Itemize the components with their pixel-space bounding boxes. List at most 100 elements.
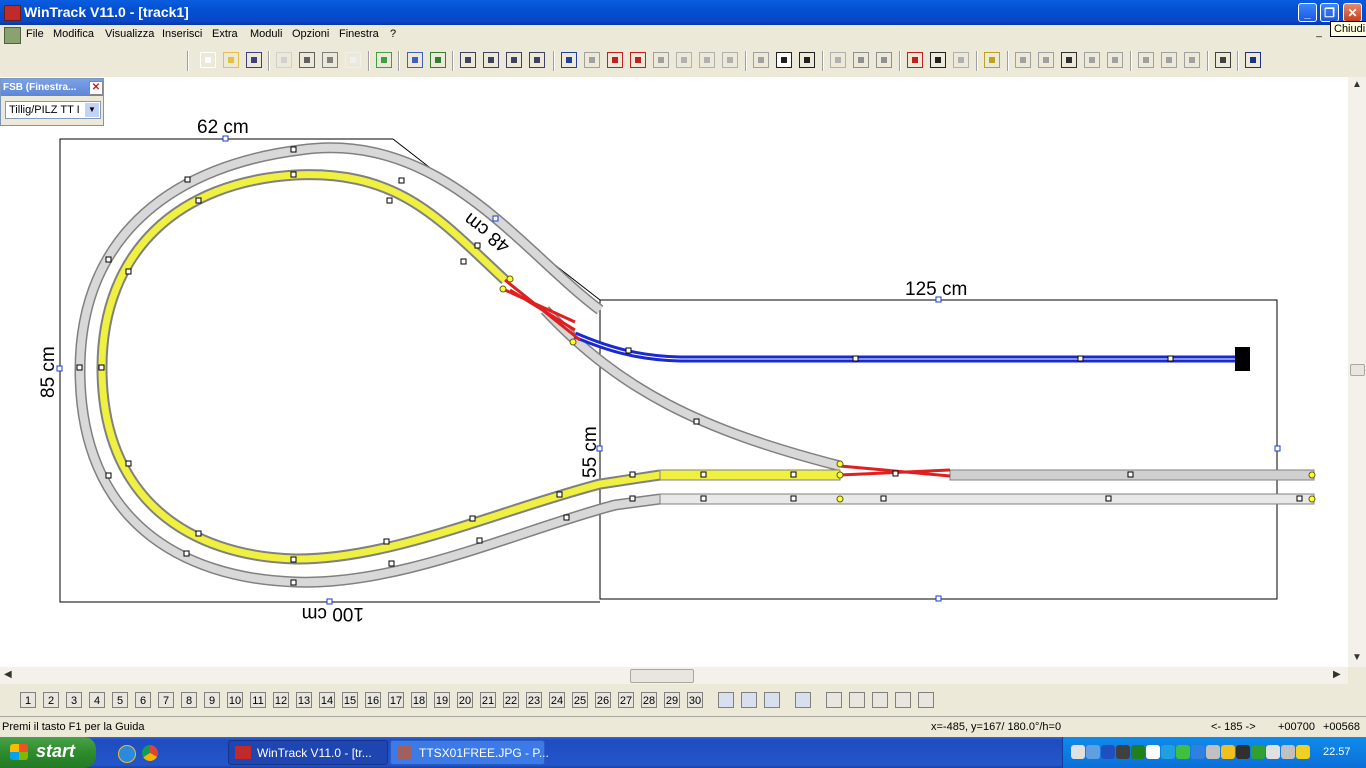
layer-button-20[interactable]: 20 — [457, 692, 473, 708]
page-4-icon[interactable] — [895, 692, 911, 708]
layer-button-26[interactable]: 26 — [595, 692, 611, 708]
tray-display-icon[interactable] — [1086, 745, 1100, 759]
fsb-title-bar[interactable]: FSB (Finestra... ✕ — [1, 79, 103, 96]
layer-button-30[interactable]: 30 — [687, 692, 703, 708]
scroll-down-icon[interactable]: ▼ — [1352, 652, 1362, 663]
zoom-fit-icon[interactable] — [529, 52, 545, 68]
tray-network-icon[interactable] — [1071, 745, 1085, 759]
menu-modifica[interactable]: Modifica — [53, 28, 94, 40]
layer-button-2[interactable]: 2 — [43, 692, 59, 708]
page-5-icon[interactable] — [918, 692, 934, 708]
track-plan[interactable]: 62 cm 48 cm 85 cm 100 cm 125 cm 55 cm — [0, 77, 1348, 667]
tray-sync-icon[interactable] — [1251, 745, 1265, 759]
zoom-in-icon[interactable] — [483, 52, 499, 68]
document-icon[interactable] — [4, 27, 21, 44]
scroll-up-icon[interactable]: ▲ — [1352, 79, 1362, 90]
layer-button-15[interactable]: 15 — [342, 692, 358, 708]
layer-button-28[interactable]: 28 — [641, 692, 657, 708]
switch-icon[interactable] — [753, 52, 769, 68]
module-icon[interactable] — [607, 52, 623, 68]
undo-icon[interactable] — [561, 52, 577, 68]
library-icon[interactable] — [376, 52, 392, 68]
tray-power-icon[interactable] — [1236, 745, 1250, 759]
layer-button-19[interactable]: 19 — [434, 692, 450, 708]
layer-button-11[interactable]: 11 — [250, 692, 266, 708]
zoom-out-icon[interactable] — [460, 52, 476, 68]
layer-button-9[interactable]: 9 — [204, 692, 220, 708]
chrome-icon[interactable] — [142, 745, 158, 761]
layer-button-8[interactable]: 8 — [181, 692, 197, 708]
signal-icon[interactable] — [1015, 52, 1031, 68]
settings-icon[interactable] — [407, 52, 423, 68]
connect-icon[interactable] — [853, 52, 869, 68]
wintrack-app-icon[interactable] — [4, 5, 21, 21]
cut-icon[interactable] — [676, 52, 692, 68]
layer-button-18[interactable]: 18 — [411, 692, 427, 708]
layers-icon[interactable] — [718, 692, 734, 708]
menu-extra[interactable]: Extra — [212, 28, 238, 40]
page-icon[interactable] — [345, 52, 361, 68]
tray-usb-icon[interactable] — [1206, 745, 1220, 759]
drawing-canvas[interactable]: 62 cm 48 cm 85 cm 100 cm 125 cm 55 cm — [0, 77, 1348, 667]
layer-button-21[interactable]: 21 — [480, 692, 496, 708]
disconnect-icon[interactable] — [876, 52, 892, 68]
tray-bluetooth-icon[interactable] — [1101, 745, 1115, 759]
layer-button-5[interactable]: 5 — [112, 692, 128, 708]
layer-button-12[interactable]: 12 — [273, 692, 289, 708]
layer-button-14[interactable]: 14 — [319, 692, 335, 708]
task-wintrack[interactable]: WinTrack V11.0 - [tr... — [228, 740, 388, 765]
scroll-right-icon[interactable]: ▶ — [1333, 669, 1341, 680]
vertical-scroll-thumb[interactable] — [1350, 364, 1365, 376]
tray-security-icon[interactable] — [1296, 745, 1310, 759]
layer-edit-icon[interactable] — [741, 692, 757, 708]
print-setup-icon[interactable] — [322, 52, 338, 68]
rotate-icon[interactable] — [953, 52, 969, 68]
layer-button-1[interactable]: 1 — [20, 692, 36, 708]
catalog-select[interactable]: Tillig/PILZ TT I ▼ — [5, 101, 101, 119]
layer-button-4[interactable]: 4 — [89, 692, 105, 708]
layer-button-29[interactable]: 29 — [664, 692, 680, 708]
print-icon[interactable] — [299, 52, 315, 68]
menu-inserisci[interactable]: Inserisci — [162, 28, 202, 40]
page-3-icon[interactable] — [872, 692, 888, 708]
scroll-left-icon[interactable]: ◀ — [4, 669, 12, 680]
open-folder-icon[interactable] — [223, 52, 239, 68]
tray-shield-icon[interactable] — [1221, 745, 1235, 759]
menu-finestra[interactable]: Finestra — [339, 28, 379, 40]
tray-chat-icon[interactable] — [1146, 745, 1160, 759]
menu-file[interactable]: File — [26, 28, 44, 40]
redo-icon[interactable] — [584, 52, 600, 68]
layer-button-6[interactable]: 6 — [135, 692, 151, 708]
curve-tool-icon[interactable] — [776, 52, 792, 68]
tray-hardware-icon[interactable] — [1266, 745, 1280, 759]
menu-moduli[interactable]: Moduli — [250, 28, 282, 40]
layer-clear-icon[interactable] — [764, 692, 780, 708]
print-preview-icon[interactable] — [276, 52, 292, 68]
layer-button-24[interactable]: 24 — [549, 692, 565, 708]
task-image-viewer[interactable]: TTSX01FREE.JPG - P... — [390, 740, 549, 765]
junction-icon[interactable] — [1107, 52, 1123, 68]
module-delete-icon[interactable] — [653, 52, 669, 68]
layer-button-13[interactable]: 13 — [296, 692, 312, 708]
height-icon[interactable] — [984, 52, 1000, 68]
help-icon[interactable] — [1245, 52, 1261, 68]
mdi-minimize-button[interactable]: _ — [1312, 27, 1326, 41]
buffer-stop-icon[interactable] — [1138, 52, 1154, 68]
page-2-icon[interactable] — [849, 692, 865, 708]
bridge-icon[interactable] — [1161, 52, 1177, 68]
menu-help[interactable]: ? — [390, 28, 396, 40]
crossing-icon[interactable] — [1061, 52, 1077, 68]
tray-app-icon[interactable] — [1131, 745, 1145, 759]
align-icon[interactable] — [830, 52, 846, 68]
layer-button-25[interactable]: 25 — [572, 692, 588, 708]
tunnel-icon[interactable] — [1184, 52, 1200, 68]
grid-icon[interactable] — [1215, 52, 1231, 68]
start-button[interactable]: start — [0, 737, 96, 768]
attach-icon[interactable] — [930, 52, 946, 68]
flex-track-icon[interactable] — [799, 52, 815, 68]
layer-button-7[interactable]: 7 — [158, 692, 174, 708]
restore-button[interactable]: ❐ — [1320, 3, 1339, 22]
fsb-close-button[interactable]: ✕ — [89, 81, 103, 95]
switch-left-icon[interactable] — [1038, 52, 1054, 68]
close-button[interactable]: ✕ — [1343, 3, 1362, 22]
